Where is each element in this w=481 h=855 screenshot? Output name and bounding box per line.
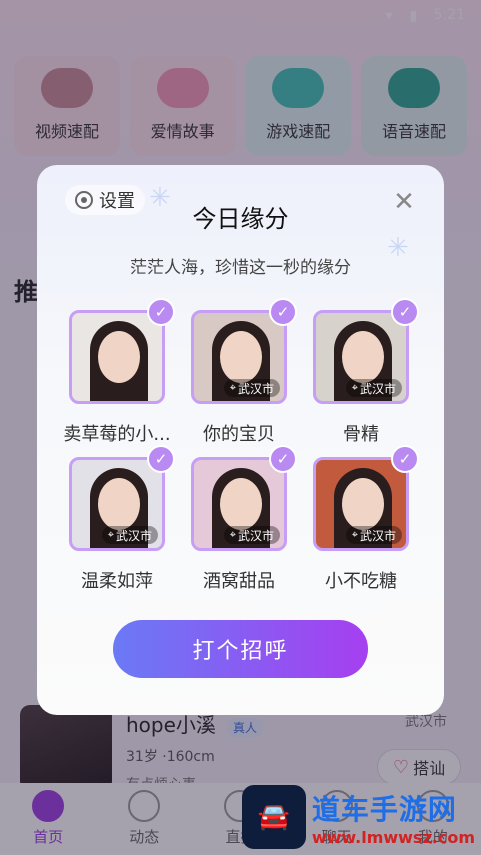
city-tag: ⌖ 武汉市 [345, 379, 402, 397]
match-name: 卖草莓的小... [63, 424, 171, 445]
car-logo-icon: 🚘 [241, 785, 306, 849]
check-icon[interactable]: ✓ [391, 445, 419, 473]
match-grid: ✓ 卖草莓的小... ⌖ 武汉市 ✓ 你的宝贝 ⌖ 武汉市 ✓ 骨精 ⌖ 武汉市 ✓ [63, 298, 421, 604]
location-pin-icon: ⌖ [229, 528, 236, 541]
city-tag: ⌖ 武汉市 [101, 526, 158, 544]
match-photo: ⌖ 武汉市 [313, 457, 409, 551]
say-hello-button[interactable]: 打个招呼 [113, 620, 368, 678]
check-icon[interactable]: ✓ [147, 298, 175, 326]
check-icon[interactable]: ✓ [269, 445, 297, 473]
match-name: 你的宝贝 [203, 424, 275, 445]
city-tag: ⌖ 武汉市 [223, 379, 280, 397]
match-card[interactable]: ⌖ 武汉市 ✓ 小不吃糖 [313, 445, 419, 604]
match-name: 骨精 [343, 424, 379, 445]
match-name: 温柔如萍 [81, 571, 153, 592]
match-photo: ⌖ 武汉市 [69, 457, 165, 551]
watermark-title: 道车手游网 [311, 792, 457, 826]
match-photo: ⌖ 武汉市 [191, 457, 287, 551]
match-photo [69, 310, 165, 404]
match-card[interactable]: ⌖ 武汉市 ✓ 温柔如萍 [69, 445, 175, 604]
dialog-subtitle: 茫茫人海，珍惜这一秒的缘分 [130, 258, 351, 278]
location-pin-icon: ⌖ [351, 381, 358, 394]
match-name: 小不吃糖 [325, 571, 397, 592]
location-pin-icon: ⌖ [351, 528, 358, 541]
location-pin-icon: ⌖ [107, 528, 114, 541]
match-name: 酒窝甜品 [203, 571, 275, 592]
location-pin-icon: ⌖ [229, 381, 236, 394]
site-watermark: 🚘 道车手游网 www.lmwwsz.com [241, 785, 475, 849]
match-photo: ⌖ 武汉市 [191, 310, 287, 404]
check-icon[interactable]: ✓ [269, 298, 297, 326]
check-icon[interactable]: ✓ [391, 298, 419, 326]
match-photo: ⌖ 武汉市 [313, 310, 409, 404]
match-card[interactable]: ⌖ 武汉市 ✓ 酒窝甜品 [191, 445, 297, 604]
match-card[interactable]: ✓ 卖草莓的小... [63, 298, 175, 457]
match-card[interactable]: ⌖ 武汉市 ✓ 你的宝贝 [191, 298, 297, 457]
city-tag: ⌖ 武汉市 [345, 526, 402, 544]
watermark-url: www.lmwwsz.com [311, 827, 475, 847]
dialog-title: 今日缘分 [192, 205, 289, 233]
city-tag: ⌖ 武汉市 [223, 526, 280, 544]
match-card[interactable]: ⌖ 武汉市 ✓ 骨精 [313, 298, 419, 457]
check-icon[interactable]: ✓ [147, 445, 175, 473]
daily-match-dialog: 设置 ✕ ✳ ✳ 今日缘分 茫茫人海，珍惜这一秒的缘分 ✓ 卖草莓的小... ⌖… [37, 165, 444, 715]
